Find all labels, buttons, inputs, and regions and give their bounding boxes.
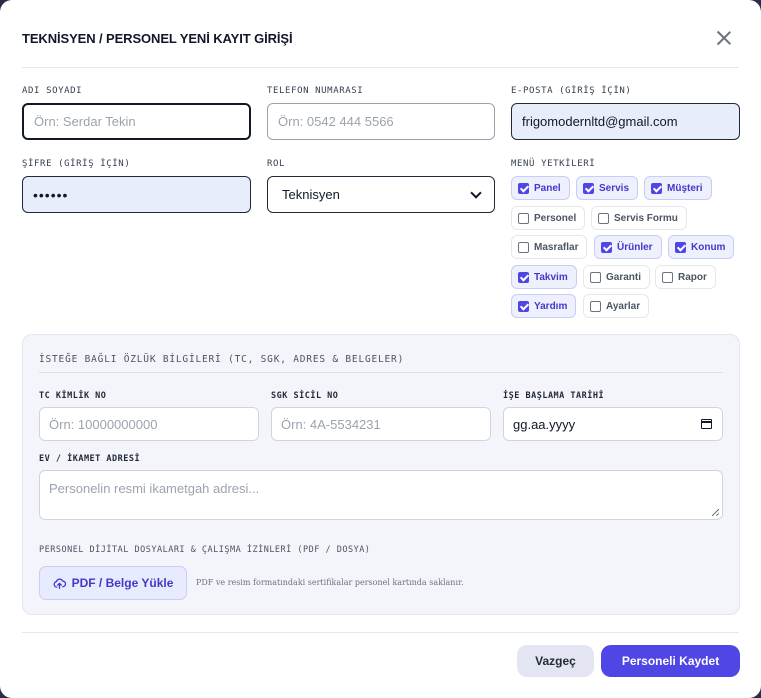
permission-label: Masraflar (534, 241, 579, 253)
upload-document-button[interactable]: PDF / Belge Yükle (39, 566, 187, 600)
permission-label: Yardım (534, 300, 568, 312)
personnel-registration-modal: TEKNİSYEN / PERSONEL YENİ KAYIT GİRİŞİ A… (0, 0, 761, 698)
sgk-label: SGK SİCİL NO (271, 391, 339, 401)
checkbox-icon (651, 182, 662, 194)
permission-chip-musteri[interactable]: Müşteri (644, 176, 712, 200)
permission-chip-masraflar[interactable]: Masraflar (511, 235, 588, 259)
permission-label: Müşteri (667, 182, 703, 194)
permission-label: Ürünler (617, 241, 653, 253)
upload-button-label: PDF / Belge Yükle (71, 576, 174, 590)
documents-label: PERSONEL DİJİTAL DOSYALARI & ÇALIŞMA İZİ… (39, 545, 371, 555)
tc-label: TC KİMLİK NO (39, 391, 107, 401)
save-personnel-button[interactable]: Personeli Kaydet (601, 645, 740, 677)
modal-title: TEKNİSYEN / PERSONEL YENİ KAYIT GİRİŞİ (22, 31, 293, 46)
sgk-input[interactable]: Örn: 4A-5534231 (271, 407, 491, 441)
modal-header: TEKNİSYEN / PERSONEL YENİ KAYIT GİRİŞİ (22, 0, 739, 68)
name-input[interactable]: Örn: Serdar Tekin (22, 103, 251, 140)
phone-input[interactable]: Örn: 0542 444 5566 (267, 103, 495, 140)
cloud-upload-icon (53, 578, 66, 589)
footer-divider (22, 632, 739, 633)
permission-chip-garanti[interactable]: Garanti (583, 265, 651, 289)
role-select[interactable]: Teknisyen (267, 176, 495, 213)
checkbox-icon (518, 241, 529, 253)
checkbox-icon (662, 271, 673, 283)
permission-chip-servis[interactable]: Servis (576, 176, 639, 200)
role-label: ROL (267, 159, 286, 169)
permission-chip-urunler[interactable]: Ürünler (594, 235, 662, 259)
calendar-icon[interactable] (701, 419, 712, 429)
chevron-down-icon (470, 186, 482, 199)
role-select-value: Teknisyen (282, 187, 340, 202)
start-date-input[interactable]: gg.aa.yyyy (503, 407, 723, 441)
email-label: E-POSTA (GİRİŞ İÇİN) (511, 86, 632, 96)
permission-chip-yardim[interactable]: Yardım (511, 294, 577, 318)
permission-chip-takvim[interactable]: Takvim (511, 265, 577, 289)
address-textarea[interactable]: Personelin resmi ikametgah adresi... (39, 470, 723, 520)
checkbox-icon (518, 271, 529, 283)
password-label: ŞİFRE (GİRİŞ İÇİN) (22, 159, 131, 169)
permission-chip-servis-formu[interactable]: Servis Formu (591, 206, 687, 230)
phone-label: TELEFON NUMARASI (267, 86, 364, 96)
checkbox-icon (518, 212, 529, 224)
checkbox-icon (598, 212, 609, 224)
permission-label: Takvim (534, 271, 568, 283)
checkbox-icon (675, 241, 686, 253)
permission-label: Ayarlar (606, 300, 641, 312)
upload-hint: PDF ve resim formatındaki sertifikalar p… (196, 578, 464, 587)
name-label: ADI SOYADI (22, 86, 83, 96)
checkbox-icon (601, 241, 612, 253)
email-input[interactable]: frigomodernltd@gmail.com (511, 103, 740, 140)
checkbox-icon (590, 300, 601, 312)
permission-label: Garanti (606, 271, 642, 283)
checkbox-icon (583, 182, 594, 194)
start-date-value: gg.aa.yyyy (513, 416, 576, 432)
close-icon[interactable] (715, 29, 733, 47)
cancel-button[interactable]: Vazgeç (517, 645, 594, 677)
permission-label: Konum (691, 241, 726, 253)
start-date-label: İŞE BAŞLAMA TARİHİ (503, 391, 605, 401)
checkbox-icon (518, 300, 529, 312)
checkbox-icon (518, 182, 529, 194)
permission-label: Personel (534, 212, 577, 224)
permission-chip-ayarlar[interactable]: Ayarlar (583, 294, 650, 318)
optional-info-panel: İSTEĞE BAĞLI ÖZLÜK BİLGİLERİ (TC, SGK, A… (22, 334, 740, 615)
address-label: EV / İKAMET ADRESİ (39, 454, 141, 464)
divider (39, 372, 723, 373)
permission-chip-rapor[interactable]: Rapor (655, 265, 716, 289)
permission-label: Servis (599, 182, 630, 194)
optional-info-title: İSTEĞE BAĞLI ÖZLÜK BİLGİLERİ (TC, SGK, A… (39, 354, 405, 365)
permissions-label: MENÜ YETKİLERİ (511, 159, 596, 169)
checkbox-icon (590, 271, 601, 283)
address-placeholder: Personelin resmi ikametgah adresi... (49, 481, 260, 496)
permission-chip-konum[interactable]: Konum (668, 235, 735, 259)
permission-label: Panel (534, 182, 561, 194)
permission-label: Rapor (678, 271, 707, 283)
permission-chip-panel[interactable]: Panel (511, 176, 570, 200)
password-input[interactable]: •••••• (22, 176, 251, 213)
permission-label: Servis Formu (614, 212, 678, 224)
permission-chip-personel[interactable]: Personel (511, 206, 586, 230)
tc-input[interactable]: Örn: 10000000000 (39, 407, 259, 441)
resize-handle-icon[interactable] (712, 509, 719, 516)
